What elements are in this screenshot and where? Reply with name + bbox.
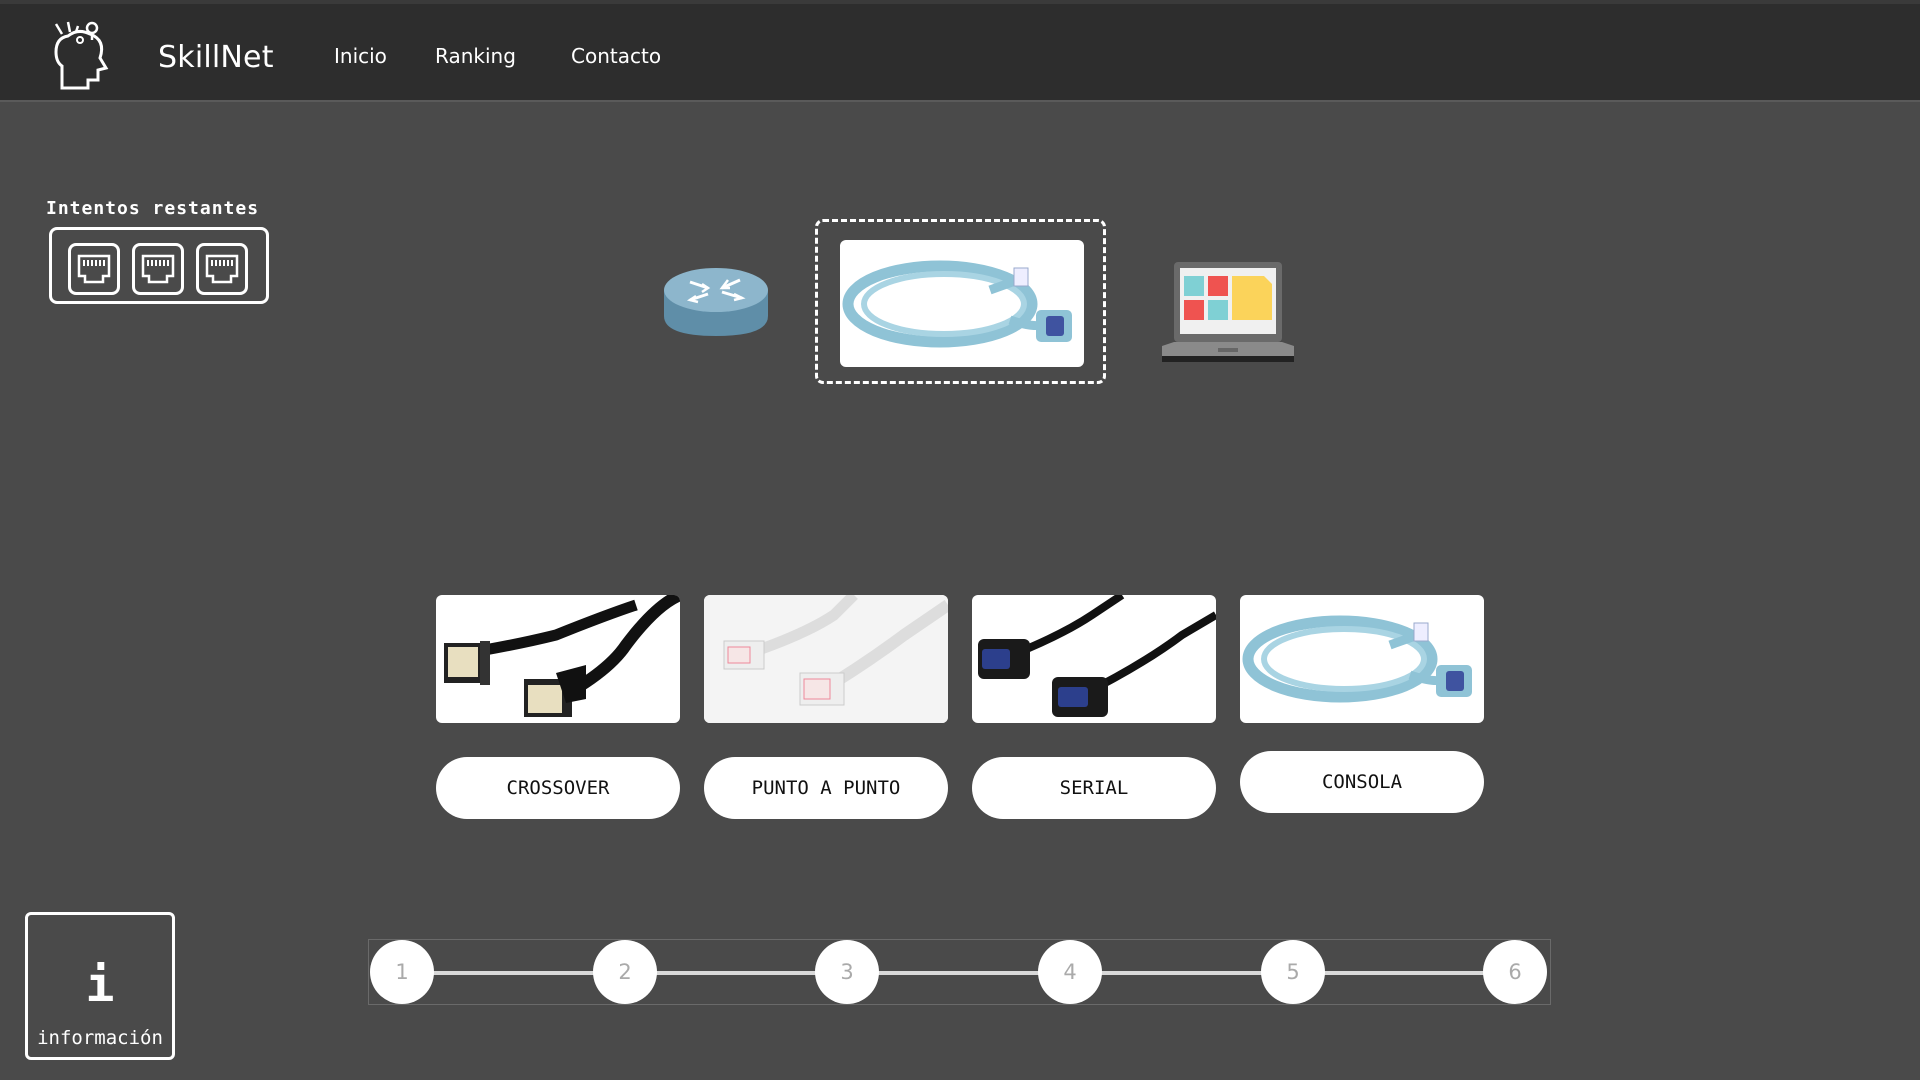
- brain-head-logo-icon[interactable]: [48, 18, 116, 92]
- navbar: SkillNet Inicio Ranking Contacto: [0, 0, 1920, 102]
- attempts-box: [49, 227, 269, 304]
- consola-cable-image[interactable]: [1240, 595, 1484, 723]
- crossover-cable-image[interactable]: [436, 595, 680, 723]
- selected-console-cable-image: [840, 240, 1084, 367]
- progress-line: [399, 971, 1520, 975]
- nav-contacto[interactable]: Contacto: [571, 44, 661, 68]
- attempts-label: Intentos restantes: [46, 198, 260, 219]
- info-icon: i: [85, 957, 115, 1013]
- consola-button[interactable]: CONSOLA: [1240, 751, 1484, 813]
- laptop-icon: [1162, 262, 1294, 362]
- step-3[interactable]: 3: [815, 940, 879, 1004]
- step-6[interactable]: 6: [1483, 940, 1547, 1004]
- crossover-button[interactable]: CROSSOVER: [436, 757, 680, 819]
- ethernet-port-icon: [132, 243, 184, 295]
- punto-a-punto-cable-image[interactable]: [704, 595, 948, 723]
- brand-name[interactable]: SkillNet: [158, 40, 274, 75]
- punto-a-punto-button[interactable]: PUNTO A PUNTO: [704, 757, 948, 819]
- ethernet-port-icon: [68, 243, 120, 295]
- router-icon: [664, 268, 768, 336]
- step-5[interactable]: 5: [1261, 940, 1325, 1004]
- info-button[interactable]: i información: [25, 912, 175, 1060]
- step-1[interactable]: 1: [370, 940, 434, 1004]
- ethernet-port-icon: [196, 243, 248, 295]
- serial-cable-image[interactable]: [972, 595, 1216, 723]
- step-4[interactable]: 4: [1038, 940, 1102, 1004]
- nav-inicio[interactable]: Inicio: [334, 44, 387, 68]
- progress-stepper: 1 2 3 4 5 6: [368, 939, 1551, 1005]
- step-2[interactable]: 2: [593, 940, 657, 1004]
- cable-drop-slot[interactable]: [815, 219, 1106, 384]
- info-label: información: [37, 1027, 163, 1049]
- nav-ranking[interactable]: Ranking: [435, 44, 516, 68]
- serial-button[interactable]: SERIAL: [972, 757, 1216, 819]
